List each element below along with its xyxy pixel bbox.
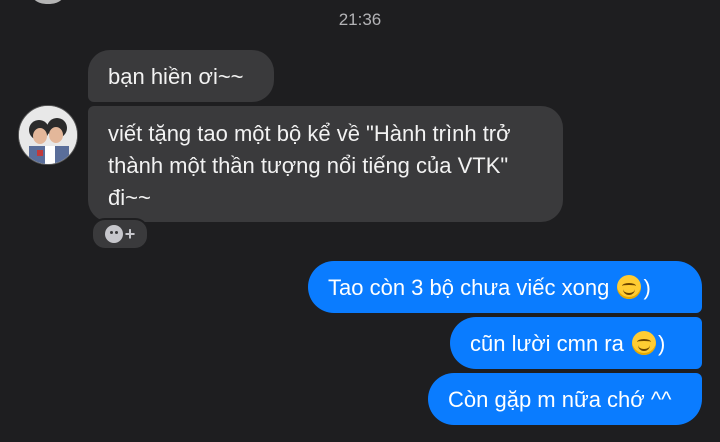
incoming-message[interactable]: viết tặng tao một bộ kể về "Hành trình t… <box>88 106 563 222</box>
message-text: Còn gặp m nữa chớ ^^ <box>448 387 672 412</box>
contact-avatar[interactable] <box>18 105 78 165</box>
smiling-face-icon <box>632 331 656 355</box>
outgoing-message[interactable]: Tao còn 3 bộ chưa viếc xong ) <box>308 261 702 313</box>
incoming-message[interactable]: bạn hiền ơi~~ <box>88 50 274 102</box>
smiling-face-icon <box>617 275 642 299</box>
message-text: Tao còn 3 bộ chưa viếc xong <box>328 275 610 300</box>
previous-avatar <box>28 0 68 4</box>
message-suffix: ) <box>643 275 651 300</box>
message-text: viết tặng tao một bộ kể về "Hành trình t… <box>108 121 511 210</box>
message-text: bạn hiền ơi~~ <box>108 64 244 89</box>
outgoing-message[interactable]: cũn lười cmn ra ) <box>450 317 702 369</box>
plus-icon: + <box>124 224 136 244</box>
message-timestamp: 21:36 <box>338 10 382 29</box>
message-suffix: ) <box>658 331 666 356</box>
add-reaction-button[interactable]: + <box>91 218 149 250</box>
message-text: cũn lười cmn ra <box>470 331 624 356</box>
smiley-add-icon <box>104 225 123 243</box>
avatar-photo <box>19 106 77 164</box>
outgoing-message[interactable]: Còn gặp m nữa chớ ^^ <box>428 373 702 425</box>
